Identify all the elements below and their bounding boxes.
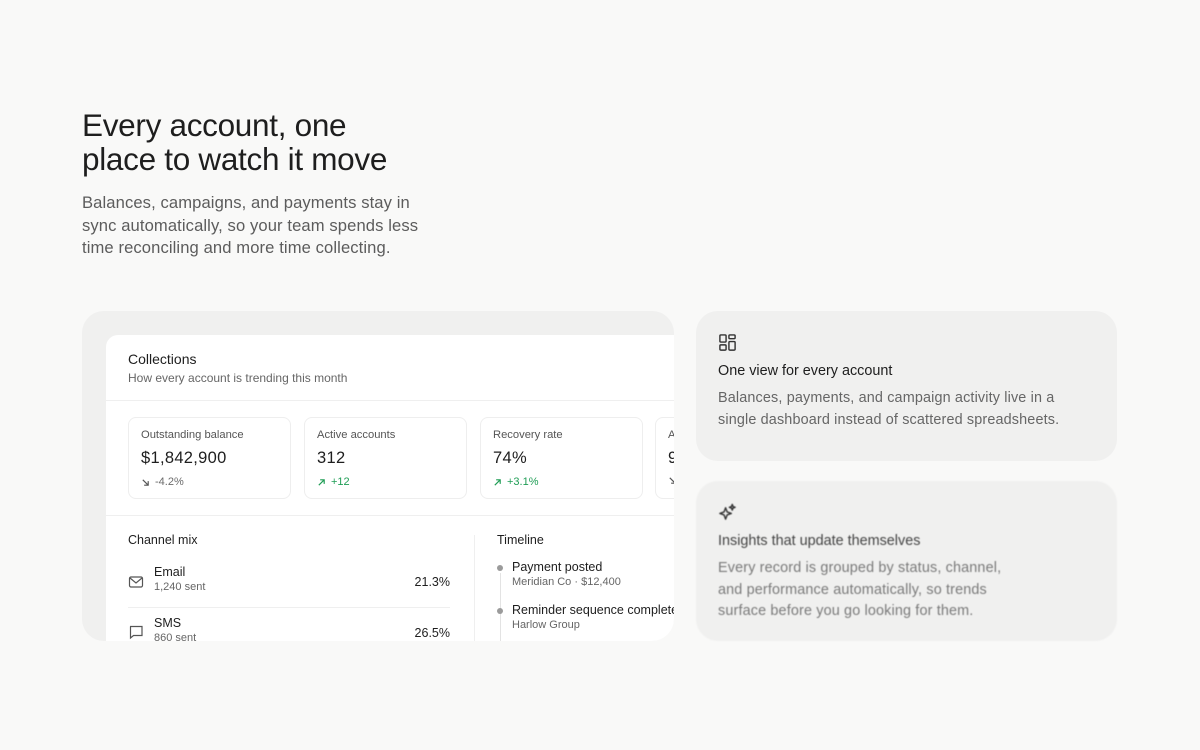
stat-value: 9 xyxy=(668,449,674,467)
timeline-item[interactable]: Reminder sequence completed Harlow Group xyxy=(497,603,674,641)
stat-label: A xyxy=(668,429,674,441)
feature-title: Insights that update themselves xyxy=(718,533,921,549)
stat-card-recovery-rate[interactable]: Recovery rate 74% +3.1% xyxy=(480,417,643,499)
channel-name: SMS xyxy=(154,616,182,630)
stat-value: $1,842,900 xyxy=(141,449,227,467)
channel-mix-section: Channel mix Email 1,240 sent 21.3% SMS 8… xyxy=(128,533,450,641)
timeline-dot xyxy=(497,608,503,614)
channel-count: 1,240 sent xyxy=(154,581,206,593)
stat-delta: -4.2% xyxy=(141,476,278,488)
sparkle-icon xyxy=(719,503,736,520)
channel-count: 860 sent xyxy=(154,632,197,641)
timeline-item[interactable]: Payment posted Meridian Co · $12,400 xyxy=(497,560,674,603)
stat-delta-value: +3.1% xyxy=(507,476,539,488)
feature-description: Every record is grouped by status, chann… xyxy=(718,560,1002,619)
arrow-down-right-icon xyxy=(669,477,674,484)
hero-description: Balances, campaigns, and payments stay i… xyxy=(82,193,419,258)
timeline-dot xyxy=(497,565,503,571)
stat-label: Recovery rate xyxy=(493,429,563,441)
arrow-down-right-icon xyxy=(142,478,149,486)
stat-card-active-accounts[interactable]: Active accounts 312 +12 xyxy=(304,417,467,499)
arrow-up-right-icon xyxy=(318,478,325,486)
channel-mix-title: Channel mix xyxy=(128,533,198,547)
stat-card-outstanding-balance[interactable]: Outstanding balance $1,842,900 -4.2% xyxy=(128,417,291,499)
timeline-item-title: Reminder sequence completed xyxy=(512,603,674,617)
feature-description: Balances, payments, and campaign activit… xyxy=(718,390,1060,428)
dashboard-grid-icon xyxy=(719,334,736,351)
hero-section: Every account, one place to watch it mov… xyxy=(82,108,422,260)
hero-title-line-2: place to watch it move xyxy=(82,141,388,177)
timeline-title: Timeline xyxy=(497,533,544,547)
timeline-section: Timeline Payment posted Meridian Co · $1… xyxy=(497,533,674,641)
arrow-up-right-icon xyxy=(494,478,501,486)
stat-label: Active accounts xyxy=(317,429,396,441)
stat-value: 312 xyxy=(317,449,346,467)
channel-name: Email xyxy=(154,565,186,579)
channel-row-email[interactable]: Email 1,240 sent 21.3% xyxy=(128,557,450,607)
stats-row: Outstanding balance $1,842,900 -4.2% Act… xyxy=(128,417,674,499)
stat-delta-value: -4.2% xyxy=(155,476,184,488)
panel-subtitle: How every account is trending this month xyxy=(128,371,348,385)
stat-delta: +3.1% xyxy=(493,476,630,488)
timeline-item-detail: Harlow Group xyxy=(512,619,580,631)
feature-card-insights: Insights that update themselves Every re… xyxy=(696,481,1117,641)
panel-header: Collections How every account is trendin… xyxy=(106,335,674,401)
message-icon xyxy=(129,625,143,640)
hero-title-line-1: Every account, one xyxy=(82,107,347,143)
timeline-item-title: Payment posted xyxy=(512,560,603,574)
mail-icon xyxy=(128,576,144,588)
channel-percent: 26.5% xyxy=(414,626,450,640)
channel-row-sms[interactable]: SMS 860 sent 26.5% xyxy=(128,607,450,641)
column-divider xyxy=(474,535,475,641)
stat-delta xyxy=(668,476,674,485)
section-divider xyxy=(106,515,674,516)
stat-card-partial[interactable]: A 9 xyxy=(655,417,674,499)
hero-title: Every account, one place to watch it mov… xyxy=(82,108,422,176)
feature-card-one-view: One view for every account Balances, pay… xyxy=(696,311,1117,461)
channel-percent: 21.3% xyxy=(414,575,450,589)
timeline-item-detail: Meridian Co · $12,400 xyxy=(512,576,621,588)
panel-title: Collections xyxy=(128,351,197,367)
collections-panel: Collections How every account is trendin… xyxy=(106,335,674,641)
stat-label: Outstanding balance xyxy=(141,429,244,441)
dashboard-preview-card: Collections How every account is trendin… xyxy=(82,311,674,641)
stat-value: 74% xyxy=(493,449,527,467)
stat-delta-value: +12 xyxy=(331,476,350,488)
stat-delta: +12 xyxy=(317,476,454,488)
feature-title: One view for every account xyxy=(718,363,893,379)
